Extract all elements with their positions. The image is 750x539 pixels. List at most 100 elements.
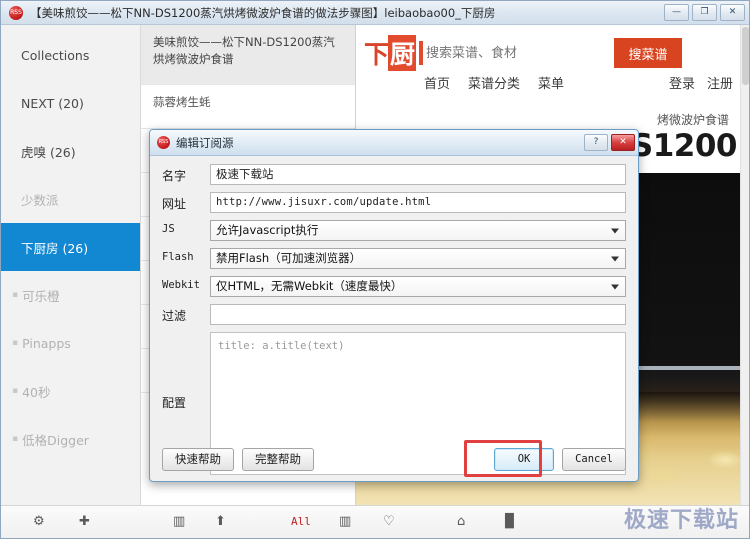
- bottom-toolbar: ⚙ ✚ ▥ ⬆ All ▥ ♡ ⌂ ▉: [1, 505, 749, 538]
- dialog-footer: 快速帮助 完整帮助 OK Cancel: [150, 437, 638, 481]
- window-controls: — ❐ ✕: [664, 4, 745, 21]
- search-button[interactable]: 搜菜谱: [614, 38, 682, 68]
- login-link[interactable]: 登录: [669, 73, 695, 92]
- field-row-js: JS 允许Javascript执行: [162, 220, 626, 241]
- bullet-icon: ▪: [12, 386, 19, 396]
- sidebar-item-label: 低格Digger: [22, 432, 89, 448]
- field-row-config: 配置 title: a.title(text): [162, 332, 626, 475]
- chevron-down-icon: [611, 256, 619, 261]
- config-label: 配置: [162, 396, 187, 410]
- name-input[interactable]: 极速下载站: [210, 164, 626, 185]
- close-button[interactable]: ✕: [720, 4, 745, 21]
- edit-feed-dialog: RSS 编辑订阅源 ? ✕ 名字 极速下载站 网址 http://www.jis…: [149, 129, 639, 482]
- window-icon[interactable]: ▉: [505, 514, 515, 530]
- pin-icon[interactable]: ⬆: [215, 514, 226, 530]
- all-filter-label[interactable]: All: [291, 514, 311, 530]
- webkit-label: Webkit: [162, 279, 200, 291]
- bullet-icon: ▪: [12, 338, 19, 348]
- sidebar-item-digedigger[interactable]: ▪ 低格Digger: [1, 415, 140, 463]
- list-item[interactable]: 蒜蓉烤生蚝: [141, 85, 355, 129]
- search-input[interactable]: [424, 38, 614, 68]
- card-view-icon[interactable]: ▥: [173, 514, 185, 530]
- list-item[interactable]: 美味煎饺——松下NN-DS1200蒸汽烘烤微波炉食谱: [141, 25, 355, 85]
- js-label: JS: [162, 223, 175, 235]
- sidebar-item-label: 可乐橙: [22, 288, 60, 304]
- js-select-value: 允许Javascript执行: [216, 223, 319, 237]
- window-titlebar: RSS 【美味煎饺——松下NN-DS1200蒸汽烘烤微波炉食谱的做法步骤图】le…: [1, 1, 749, 25]
- sidebar: Collections NEXT (20) 虎嗅 (26) 少数派 下厨房 (2…: [1, 25, 141, 505]
- article-title: 蒜蓉烤生蚝: [153, 95, 211, 109]
- help-button[interactable]: ?: [584, 134, 608, 151]
- add-icon[interactable]: ✚: [79, 514, 90, 530]
- sidebar-item-label: Pinapps: [22, 335, 71, 351]
- application-window: RSS 【美味煎饺——松下NN-DS1200蒸汽烘烤微波炉食谱的做法步骤图】le…: [0, 0, 750, 539]
- sidebar-item-xiachufang[interactable]: 下厨房 (26): [1, 223, 140, 271]
- dialog-primary-actions: OK Cancel: [494, 447, 626, 471]
- site-logo[interactable]: 下 厨: [364, 35, 424, 71]
- sidebar-item-40miao[interactable]: ▪ 40秒: [1, 367, 140, 415]
- article-heading: S1200: [630, 128, 738, 164]
- url-input[interactable]: http://www.jisuxr.com/update.html: [210, 192, 626, 213]
- field-row-filter: 过滤: [162, 304, 626, 325]
- article-subtitle: 烤微波炉食谱: [656, 113, 729, 127]
- field-row-url: 网址 http://www.jisuxr.com/update.html: [162, 192, 626, 213]
- ok-button[interactable]: OK: [494, 447, 555, 471]
- dialog-body: 名字 极速下载站 网址 http://www.jisuxr.com/update…: [150, 156, 638, 475]
- full-help-button[interactable]: 完整帮助: [242, 447, 314, 471]
- dialog-titlebar: RSS 编辑订阅源 ? ✕: [150, 130, 638, 156]
- sidebar-item-kelecheng[interactable]: ▪ 可乐橙: [1, 271, 140, 319]
- webview-scrollbar[interactable]: [740, 25, 749, 505]
- dialog-close-button[interactable]: ✕: [611, 134, 635, 151]
- sidebar-item-label: 40秒: [22, 384, 51, 400]
- filter-input[interactable]: [210, 304, 626, 325]
- sidebar-item-label: 少数派: [21, 192, 59, 208]
- url-label: 网址: [162, 197, 187, 211]
- nav-item-menu[interactable]: 菜单: [538, 73, 564, 92]
- logo-bar-icon: [419, 41, 424, 65]
- home-icon[interactable]: ⌂: [457, 514, 465, 530]
- webkit-select[interactable]: 仅HTML，无需Webkit（速度最快）: [210, 276, 626, 297]
- logo-char-1: 下: [364, 40, 389, 69]
- logo-char-2: 厨: [388, 35, 417, 71]
- nav-item-home[interactable]: 首页: [424, 73, 450, 92]
- chevron-down-icon: [611, 284, 619, 289]
- sidebar-item-huxiu[interactable]: 虎嗅 (26): [1, 127, 140, 175]
- favorite-icon[interactable]: ♡: [383, 514, 395, 530]
- chevron-down-icon: [611, 228, 619, 233]
- bullet-icon: ▪: [12, 434, 19, 444]
- flash-select-value: 禁用Flash（可加速浏览器）: [216, 251, 362, 265]
- sidebar-item-next[interactable]: NEXT (20): [1, 79, 140, 127]
- rss-icon: RSS: [9, 5, 23, 20]
- flash-label: Flash: [162, 251, 194, 263]
- flash-select[interactable]: 禁用Flash（可加速浏览器）: [210, 248, 626, 269]
- list-view-icon[interactable]: ▥: [339, 514, 351, 530]
- minimize-button[interactable]: —: [664, 4, 689, 21]
- sidebar-item-pinapps[interactable]: ▪ Pinapps: [1, 319, 140, 367]
- settings-icon[interactable]: ⚙: [33, 514, 45, 530]
- site-header: 下 厨 搜菜谱 首页 菜谱分类 菜单 登录 注册: [356, 25, 749, 97]
- name-label: 名字: [162, 169, 187, 183]
- scrollbar-thumb[interactable]: [742, 27, 749, 85]
- js-select[interactable]: 允许Javascript执行: [210, 220, 626, 241]
- sidebar-item-sspai[interactable]: 少数派: [1, 175, 140, 223]
- webkit-select-value: 仅HTML，无需Webkit（速度最快）: [216, 279, 403, 293]
- search-area: 搜菜谱: [424, 38, 682, 68]
- site-auth: 登录 注册: [669, 73, 733, 92]
- sidebar-item-label: Collections: [21, 47, 90, 63]
- sidebar-item-label: NEXT (20): [21, 95, 84, 111]
- bullet-icon: ▪: [12, 290, 19, 300]
- sidebar-item-label: 虎嗅 (26): [21, 144, 76, 160]
- site-nav: 首页 菜谱分类 菜单: [424, 73, 564, 92]
- sidebar-item-label: 下厨房 (26): [21, 240, 89, 256]
- quick-help-button[interactable]: 快速帮助: [162, 447, 234, 471]
- nav-item-categories[interactable]: 菜谱分类: [468, 73, 520, 92]
- cancel-button[interactable]: Cancel: [562, 447, 626, 471]
- rss-icon: RSS: [157, 136, 170, 149]
- sidebar-item-collections[interactable]: Collections: [1, 31, 140, 79]
- maximize-button[interactable]: ❐: [692, 4, 717, 21]
- article-title: 美味煎饺——松下NN-DS1200蒸汽烘烤微波炉食谱: [153, 35, 335, 66]
- field-row-name: 名字 极速下载站: [162, 164, 626, 185]
- window-title: 【美味煎饺——松下NN-DS1200蒸汽烘烤微波炉食谱的做法步骤图】leibao…: [30, 5, 496, 20]
- filter-label: 过滤: [162, 309, 187, 323]
- register-link[interactable]: 注册: [707, 73, 733, 92]
